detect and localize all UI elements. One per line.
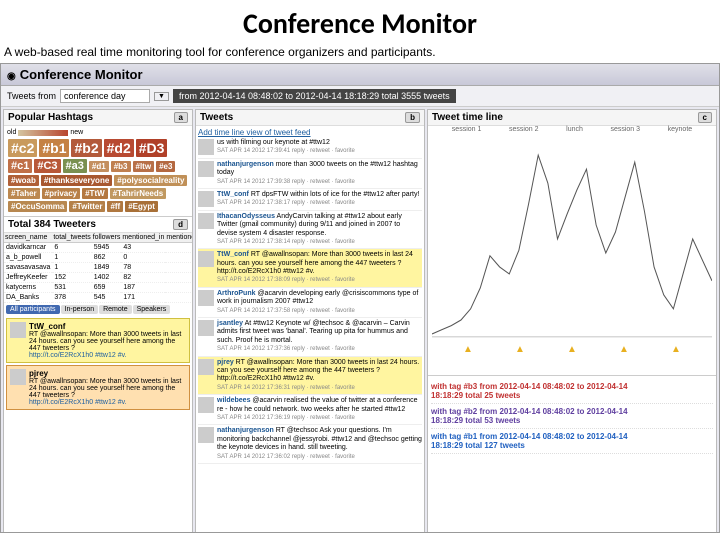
tag-summaries: with tag #b3 from 2012-04-14 08:48:02 to… — [428, 375, 716, 457]
timeline-chart: ▲▲▲▲▲ — [428, 135, 716, 375]
tweet-item[interactable]: pjrey RT @awallnsopan: More than 3000 tw… — [198, 357, 422, 396]
hashtag-tag[interactable]: #OccuSomma — [8, 201, 67, 212]
table-row[interactable]: DA_Banks378545171 — [4, 293, 193, 303]
avatar — [10, 369, 26, 385]
hashtag-tag[interactable]: #Taher — [8, 188, 40, 199]
hashtag-tag[interactable]: #b2 — [71, 139, 101, 157]
hashtag-tag[interactable]: #e3 — [156, 161, 175, 172]
hashtags-cloud: old new #c2#b1#b2#d2#D3#c1#C3#a3#d1#b3#l… — [4, 126, 192, 216]
table-row[interactable]: savasavasava1184978 — [4, 263, 193, 273]
add-timeline-link[interactable]: Add time line view of tweet feed — [198, 128, 311, 137]
tweet-item[interactable]: IthacanOdysseus AndyCarvin talking at #t… — [198, 211, 422, 250]
session-markers: ▲▲▲▲▲ — [432, 344, 712, 355]
avatar — [10, 322, 26, 338]
avatar — [198, 139, 214, 155]
hashtag-tag[interactable]: #C3 — [34, 159, 60, 173]
filter-tab[interactable]: Speakers — [133, 305, 171, 314]
hashtag-tag[interactable]: #ff — [107, 201, 123, 212]
timeline-title: Tweet time line c — [428, 110, 716, 126]
avatar — [198, 397, 214, 413]
page-subtitle: A web-based real time monitoring tool fo… — [0, 43, 720, 63]
tweets-from-label: Tweets from — [7, 91, 56, 101]
panel-badge-b: b — [405, 112, 420, 123]
hashtag-tag[interactable]: #d1 — [89, 161, 109, 172]
tag-summary[interactable]: with tag #b1 from 2012-04-14 08:48:02 to… — [431, 429, 713, 454]
hashtag-tag[interactable]: #d2 — [104, 139, 134, 157]
avatar — [198, 320, 214, 336]
hashtag-tag[interactable]: #Twitter — [69, 201, 105, 212]
avatar — [198, 359, 214, 375]
avatar — [198, 161, 214, 177]
tweet-item[interactable]: ArthroPunk @acarvin developing early @cr… — [198, 288, 422, 318]
tweet-item[interactable]: jsantley At #ttw12 Keynote w/ @techsoc &… — [198, 318, 422, 357]
session-labels: session 1session 2lunchsession 3keynote — [428, 126, 716, 135]
hashtag-tag[interactable]: #TtW — [82, 188, 108, 199]
tweet-item[interactable]: wildebees @acarvin realised the value of… — [198, 395, 422, 425]
avatar — [198, 251, 214, 267]
page-title: Conference Monitor — [0, 0, 720, 43]
tag-summary[interactable]: with tag #b2 from 2012-04-14 08:48:02 to… — [431, 404, 713, 429]
tweeter-tabs[interactable]: All participantsIn-personRemoteSpeakers — [4, 303, 192, 316]
tweets-title: Tweets b — [196, 110, 424, 126]
hashtag-tag[interactable]: #woab — [8, 175, 39, 186]
table-header[interactable]: total_tweets — [52, 233, 91, 243]
table-row[interactable]: a_b_powell18620 — [4, 253, 193, 263]
app-window: Conference Monitor Tweets from ▼ from 20… — [0, 63, 720, 533]
hashtag-tag[interactable]: #privacy — [42, 188, 80, 199]
tweeters-table: screen_nametotal_tweetsfollowersmentione… — [4, 233, 193, 303]
featured-tweet[interactable]: pjreyRT @awallnsopan: More than 3000 twe… — [6, 365, 190, 410]
hashtag-tag[interactable]: #c2 — [8, 139, 37, 157]
hashtag-tag[interactable]: #Egypt — [125, 201, 158, 212]
avatar — [198, 427, 214, 443]
timeline-column: Tweet time line c session 1session 2lunc… — [427, 109, 717, 533]
hashtag-tag[interactable]: #polysocialreality — [114, 175, 187, 186]
avatar — [198, 290, 214, 306]
tweet-item[interactable]: TtW_conf RT @awallnsopan: More than 3000… — [198, 249, 422, 288]
toolbar: Tweets from ▼ from 2012-04-14 08:48:02 t… — [1, 86, 719, 107]
hashtags-title: Popular Hashtags a — [4, 110, 192, 126]
panel-badge-a: a — [174, 112, 188, 123]
avatar — [198, 191, 214, 207]
hashtag-tag[interactable]: #ltw — [133, 161, 155, 172]
search-input[interactable] — [60, 89, 150, 103]
tweet-item[interactable]: us with filming our keynote at #ttw12SAT… — [198, 137, 422, 159]
tag-summary[interactable]: with tag #b3 from 2012-04-14 08:48:02 to… — [431, 379, 713, 404]
filter-tab[interactable]: In-person — [61, 305, 99, 314]
tweets-column: Tweets b Add time line view of tweet fee… — [195, 109, 425, 533]
left-column: Popular Hashtags a old new #c2#b1#b2#d2#… — [3, 109, 193, 533]
time-range-summary: from 2012-04-14 08:48:02 to 2012-04-14 1… — [173, 89, 456, 103]
dropdown-icon[interactable]: ▼ — [154, 92, 169, 101]
hashtag-tag[interactable]: #c1 — [8, 159, 32, 173]
hashtag-tag[interactable]: #a3 — [63, 159, 87, 173]
table-header[interactable]: followers — [92, 233, 122, 243]
hashtag-tag[interactable]: #TahrirNeeds — [110, 188, 167, 199]
tweeters-title: Total 384 Tweeters d — [4, 216, 192, 233]
filter-tab[interactable]: All participants — [6, 305, 60, 314]
app-header: Conference Monitor — [1, 64, 719, 86]
panel-badge-d: d — [173, 219, 188, 230]
table-row[interactable]: davidkarncar6594543 — [4, 243, 193, 253]
panel-badge-c: c — [698, 112, 712, 123]
hashtag-tag[interactable]: #b1 — [39, 139, 69, 157]
tweet-item[interactable]: nathanjurgenson more than 3000 tweets on… — [198, 159, 422, 189]
avatar — [198, 213, 214, 229]
table-row[interactable]: katycerns531659187 — [4, 283, 193, 293]
table-row[interactable]: JeffreyKeefer152140282 — [4, 273, 193, 283]
tweet-item[interactable]: TtW_conf RT dpsFTW within lots of ice fo… — [198, 189, 422, 211]
table-header[interactable]: screen_name — [4, 233, 52, 243]
hashtag-tag[interactable]: #D3 — [136, 139, 168, 157]
featured-tweet[interactable]: TtW_confRT @awallnsopan: More than 3000 … — [6, 318, 190, 363]
tweet-item[interactable]: nathanjurgenson RT @techsoc Ask your que… — [198, 425, 422, 464]
table-header[interactable]: mentioned_by — [165, 233, 193, 243]
color-legend — [18, 130, 68, 136]
filter-tab[interactable]: Remote — [99, 305, 132, 314]
hashtag-tag[interactable]: #thankseveryone — [41, 175, 112, 186]
table-header[interactable]: mentioned_in — [121, 233, 165, 243]
hashtag-tag[interactable]: #b3 — [111, 161, 131, 172]
